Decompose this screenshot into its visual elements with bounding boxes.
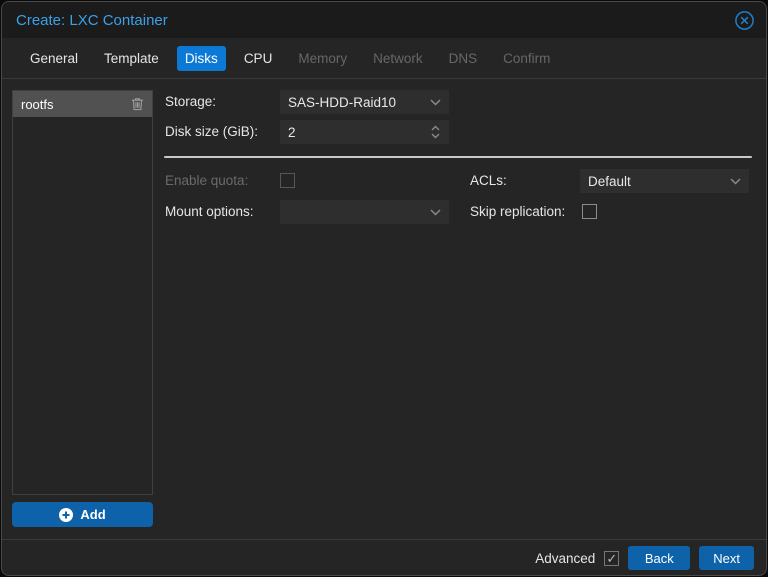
disk-size-label: Disk size (GiB): xyxy=(165,124,259,139)
storage-label: Storage: xyxy=(165,94,217,109)
tab-memory: Memory xyxy=(298,50,348,66)
advanced-label: Advanced xyxy=(535,550,596,566)
storage-value: SAS-HDD-Raid10 xyxy=(288,94,397,110)
plus-circle-icon xyxy=(59,507,74,522)
skip-replication-label: Skip replication: xyxy=(470,204,566,219)
footer: Advanced ✓ Back Next xyxy=(535,546,754,570)
tab-confirm: Confirm xyxy=(503,50,551,66)
list-item-rootfs[interactable]: rootfs xyxy=(13,91,152,117)
list-item-label: rootfs xyxy=(21,96,54,112)
acls-select[interactable]: Default xyxy=(580,169,749,193)
close-icon[interactable] xyxy=(734,10,755,31)
chevron-down-icon xyxy=(730,177,741,185)
tab-network: Network xyxy=(373,50,423,66)
disk-size-value: 2 xyxy=(288,124,296,140)
tab-template[interactable]: Template xyxy=(96,46,167,71)
mount-options-label: Mount options: xyxy=(165,204,254,219)
back-button-label: Back xyxy=(644,550,674,566)
mount-options-select[interactable] xyxy=(280,200,449,224)
disk-size-input[interactable]: 2 xyxy=(280,120,449,144)
back-button[interactable]: Back xyxy=(628,546,691,570)
form-divider xyxy=(164,156,752,158)
next-button-label: Next xyxy=(713,550,740,566)
add-button-label: Add xyxy=(80,507,106,522)
add-button[interactable]: Add xyxy=(12,502,153,527)
enable-quota-label: Enable quota: xyxy=(165,173,249,188)
footer-divider xyxy=(2,539,766,540)
next-button[interactable]: Next xyxy=(699,546,754,570)
tab-disks[interactable]: Disks xyxy=(176,45,226,71)
skip-replication-checkbox[interactable] xyxy=(582,204,597,219)
tab-bar: General Template Disks CPU Memory Networ… xyxy=(2,38,766,79)
enable-quota-checkbox xyxy=(280,173,295,188)
advanced-checkbox[interactable]: ✓ xyxy=(604,550,620,566)
chevron-down-icon xyxy=(430,98,441,106)
tab-dns: DNS xyxy=(448,50,478,66)
create-lxc-container-dialog: Create: LXC Container General Template D… xyxy=(1,1,767,576)
dialog-header: Create: LXC Container xyxy=(2,2,766,38)
mountpoint-list: rootfs xyxy=(12,90,153,495)
trash-icon[interactable] xyxy=(131,97,144,111)
acls-value: Default xyxy=(588,173,631,189)
tab-cpu[interactable]: CPU xyxy=(236,46,281,71)
check-icon: ✓ xyxy=(606,550,618,566)
tab-general[interactable]: General xyxy=(22,46,86,71)
acls-label: ACLs: xyxy=(470,173,507,188)
chevron-down-icon xyxy=(430,208,441,216)
dialog-title: Create: LXC Container xyxy=(16,11,168,29)
storage-select[interactable]: SAS-HDD-Raid10 xyxy=(280,90,449,114)
spinner-up-down-icon[interactable] xyxy=(430,124,441,140)
